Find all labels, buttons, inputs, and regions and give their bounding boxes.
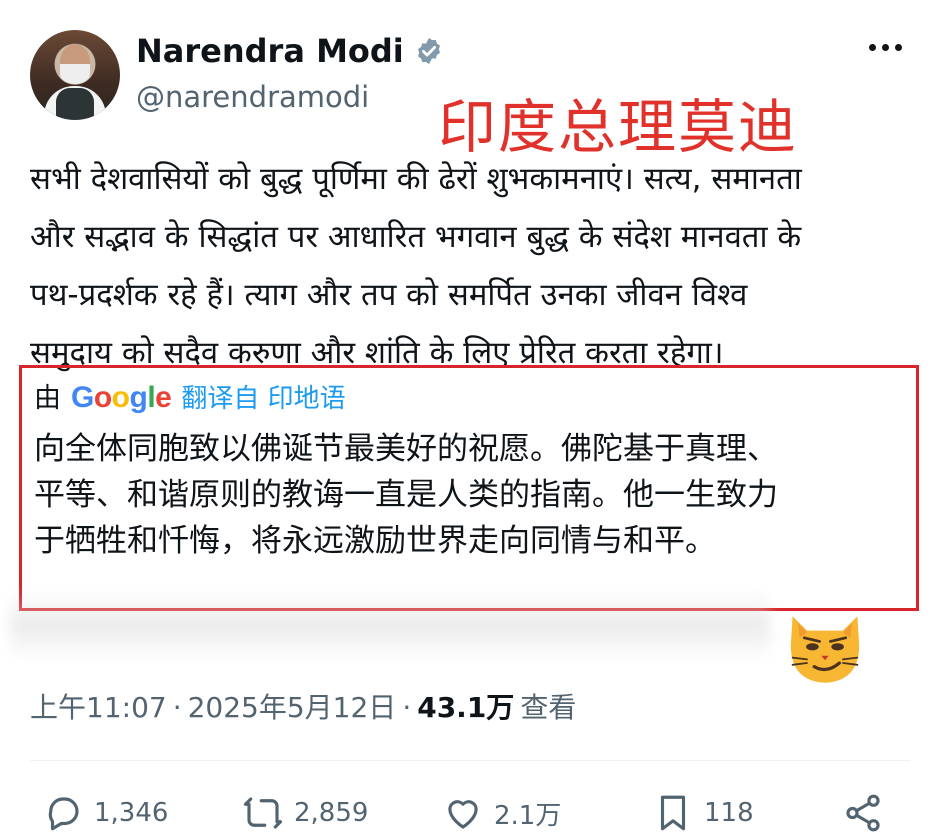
- translation-by-label: 由: [34, 383, 61, 414]
- tweet-date[interactable]: 2025年5月12日: [188, 686, 397, 726]
- bookmark-icon: [660, 795, 686, 831]
- divider: [30, 760, 910, 761]
- more-dot: [882, 44, 889, 51]
- tweet-text-line: और सद्भाव के सिद्धांत पर आधारित भगवान बु…: [30, 219, 802, 255]
- view-count-label: 查看: [520, 691, 577, 724]
- author-name-row: Narendra Modi: [136, 32, 444, 70]
- view-count[interactable]: 43.1万: [417, 686, 514, 726]
- repost-icon: [243, 797, 283, 829]
- author-avatar[interactable]: [30, 30, 120, 120]
- repost-button[interactable]: 2,859: [242, 792, 368, 834]
- author-handle[interactable]: @narendramodi: [136, 80, 369, 114]
- repost-count: 2,859: [294, 798, 369, 828]
- more-dot: [869, 44, 876, 51]
- like-button[interactable]: 2.1万: [442, 792, 561, 834]
- tweet-time[interactable]: 上午11:07: [30, 686, 167, 726]
- translation-text: 向全体同胞致以佛诞节最美好的祝愿。佛陀基于真理、 平等、和谐原则的教诲一直是人类…: [34, 426, 904, 564]
- more-dot: [895, 44, 902, 51]
- meta-separator: ·: [402, 691, 412, 724]
- translation-line: 平等、和谐原则的教诲一直是人类的指南。他一生致力: [34, 477, 778, 513]
- bookmark-count: 118: [704, 798, 754, 828]
- share-icon: [846, 794, 880, 832]
- avatar-vest: [56, 88, 94, 120]
- tweet-action-bar: 1,346 2,859 2.1万 118: [42, 792, 902, 836]
- translation-line: 于牺牲和忏悔，将永远激励世界走向同情与和平。: [34, 523, 716, 559]
- meta-separator: ·: [172, 691, 182, 724]
- bookmark-button[interactable]: 118: [652, 792, 754, 834]
- translation-line: 向全体同胞致以佛诞节最美好的祝愿。佛陀基于真理、: [34, 431, 778, 467]
- translation-header: 由 Google 翻译自 印地语: [34, 376, 346, 415]
- smirking-cat-emoji-icon: [790, 616, 860, 683]
- tweet-meta: 上午11:07 · 2025年5月12日 · 43.1万 查看: [30, 686, 576, 726]
- more-options-icon[interactable]: [869, 44, 902, 51]
- tweet-text: सभी देशवासियों को बुद्ध पूर्णिमा की ढेरो…: [30, 150, 910, 382]
- reply-icon: [48, 797, 79, 831]
- translation-source-link[interactable]: 翻译自 印地语: [181, 378, 345, 415]
- blurred-area: [10, 590, 770, 660]
- reply-count: 1,346: [94, 798, 169, 828]
- google-logo: Google: [71, 381, 172, 414]
- reply-button[interactable]: 1,346: [42, 792, 168, 834]
- avatar-beard: [60, 64, 90, 84]
- share-button[interactable]: [842, 792, 884, 834]
- verified-badge-icon: [417, 37, 440, 65]
- heart-icon: [448, 800, 478, 829]
- tweet-text-line: सभी देशवासियों को बुद्ध पूर्णिमा की ढेरो…: [30, 161, 802, 197]
- like-count: 2.1万: [494, 800, 562, 831]
- translation-highlight-box: 由 Google 翻译自 印地语 向全体同胞致以佛诞节最美好的祝愿。佛陀基于真理…: [19, 365, 919, 611]
- tweet-text-line: पथ-प्रदर्शक रहे हैं। त्याग और तप को समर्…: [30, 277, 748, 313]
- author-display-name[interactable]: Narendra Modi: [136, 32, 404, 70]
